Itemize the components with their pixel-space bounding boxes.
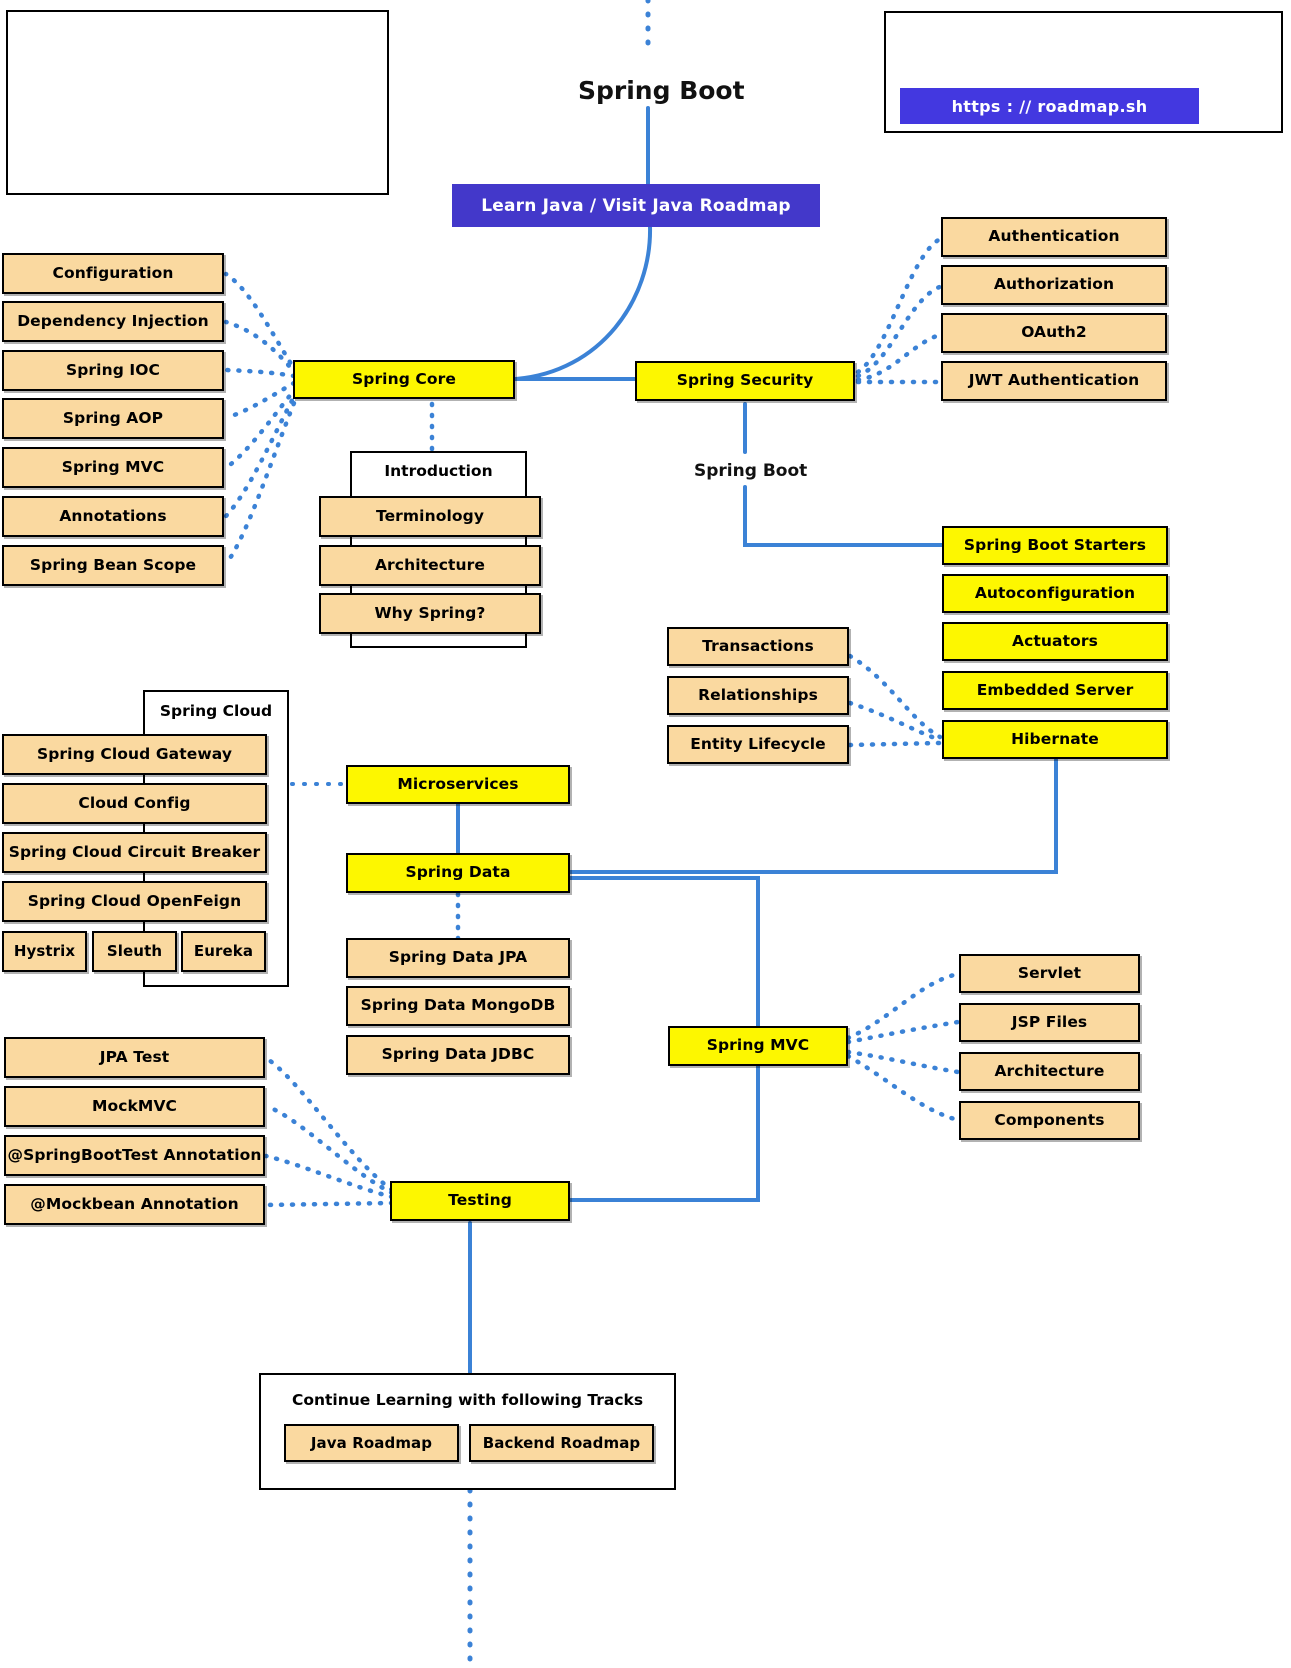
node-architecture-mvc[interactable]: Architecture [959,1052,1140,1091]
node-springboottest-annotation[interactable]: @SpringBootTest Annotation [4,1135,265,1176]
introduction-group-title: Introduction [384,462,493,480]
node-spring-ioc[interactable]: Spring IOC [2,350,224,391]
node-jsp-files[interactable]: JSP Files [959,1003,1140,1042]
node-sleuth[interactable]: Sleuth [92,931,177,972]
node-spring-bean-scope[interactable]: Spring Bean Scope [2,545,224,586]
node-autoconfiguration[interactable]: Autoconfiguration [942,574,1168,613]
node-eureka[interactable]: Eureka [181,931,266,972]
node-embedded-server[interactable]: Embedded Server [942,671,1168,710]
node-configuration[interactable]: Configuration [2,253,224,294]
spring-boot-branch-label: Spring Boot [694,461,808,481]
node-spring-data-mongodb[interactable]: Spring Data MongoDB [346,986,570,1026]
node-terminology[interactable]: Terminology [319,496,541,537]
node-mockmvc[interactable]: MockMVC [4,1086,265,1127]
node-servlet[interactable]: Servlet [959,954,1140,993]
node-entity-lifecycle[interactable]: Entity Lifecycle [667,725,849,764]
node-authorization[interactable]: Authorization [941,265,1167,305]
node-relationships[interactable]: Relationships [667,676,849,715]
spring-cloud-group-title: Spring Cloud [159,702,273,720]
node-architecture-intro[interactable]: Architecture [319,545,541,586]
node-spring-security[interactable]: Spring Security [635,361,855,401]
track-backend-roadmap[interactable]: Backend Roadmap [469,1424,654,1462]
node-cloud-config[interactable]: Cloud Config [2,783,267,824]
node-authentication[interactable]: Authentication [941,217,1167,257]
node-testing[interactable]: Testing [390,1181,570,1221]
node-components[interactable]: Components [959,1101,1140,1140]
node-spring-aop[interactable]: Spring AOP [2,398,224,439]
node-spring-cloud-circuit-breaker[interactable]: Spring Cloud Circuit Breaker [2,832,267,873]
node-why-spring[interactable]: Why Spring? [319,593,541,634]
node-spring-data[interactable]: Spring Data [346,853,570,893]
roadmap-canvas: Related Roadmaps Java Roadmap Backend Ro… [0,0,1291,1668]
node-microservices[interactable]: Microservices [346,765,570,804]
node-hystrix[interactable]: Hystrix [2,931,87,972]
node-jpa-test[interactable]: JPA Test [4,1037,265,1078]
node-jwt-authentication[interactable]: JWT Authentication [941,361,1167,401]
node-spring-data-jpa[interactable]: Spring Data JPA [346,938,570,978]
node-dependency-injection[interactable]: Dependency Injection [2,301,224,342]
page-title: Spring Boot [578,76,745,105]
node-annotations[interactable]: Annotations [2,496,224,537]
node-spring-mvc[interactable]: Spring MVC [668,1026,848,1066]
node-spring-boot-starters[interactable]: Spring Boot Starters [942,526,1168,565]
node-mockbean-annotation[interactable]: @Mockbean Annotation [4,1184,265,1225]
node-transactions[interactable]: Transactions [667,627,849,666]
related-roadmaps-panel [6,10,389,195]
node-oauth2[interactable]: OAuth2 [941,313,1167,353]
node-spring-data-jdbc[interactable]: Spring Data JDBC [346,1035,570,1075]
node-hibernate[interactable]: Hibernate [942,720,1168,759]
track-java-roadmap[interactable]: Java Roadmap [284,1424,459,1462]
continue-learning-title: Continue Learning with following Tracks [291,1391,644,1409]
roadmap-url-button[interactable]: https : // roadmap.sh [900,88,1199,124]
node-spring-cloud-openfeign[interactable]: Spring Cloud OpenFeign [2,881,267,922]
node-spring-mvc-core[interactable]: Spring MVC [2,447,224,488]
node-actuators[interactable]: Actuators [942,622,1168,661]
learn-java-banner[interactable]: Learn Java / Visit Java Roadmap [452,184,820,227]
node-spring-cloud-gateway[interactable]: Spring Cloud Gateway [2,734,267,775]
node-spring-core[interactable]: Spring Core [293,360,515,399]
